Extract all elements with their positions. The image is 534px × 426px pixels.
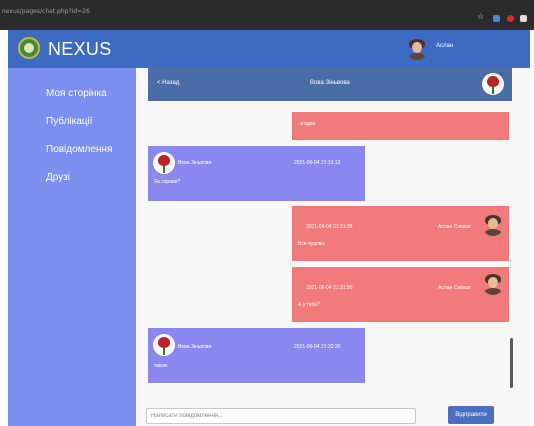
message-text: згоден	[300, 121, 316, 127]
message-timestamp: 2021-06-04 21:31:50	[306, 285, 353, 291]
sidebar-item-my-page[interactable]: Моя сторінка	[46, 88, 107, 99]
sidebar-item-messages[interactable]: Повідомлення	[46, 144, 112, 155]
sidebar-item-friends[interactable]: Друзі	[46, 172, 70, 183]
sender-avatar[interactable]	[482, 273, 504, 295]
sender-avatar[interactable]	[482, 214, 504, 236]
address-bar[interactable]: nexus/pages/chat.php?id=26	[2, 8, 90, 15]
chat-partner-name: Вова Зіньвова	[310, 80, 350, 86]
message-text: А у тебе?	[298, 302, 320, 308]
sender-name: Аслан Сиваєв	[438, 224, 471, 230]
back-link[interactable]: < Назад	[157, 80, 179, 86]
brand-title[interactable]: NEXUS	[48, 39, 112, 60]
user-avatar[interactable]	[406, 38, 428, 60]
extension-doc-icon[interactable]	[520, 15, 527, 22]
sender-avatar[interactable]	[153, 152, 175, 174]
message-bubble-mine: 2021-06-04 21:31:39 Аслан Сиваєв Все чуд…	[292, 206, 509, 261]
message-timestamp: 2021-06-04 21:32:30	[294, 344, 341, 350]
nexus-logo-icon[interactable]	[18, 37, 40, 59]
message-bubble-mine: згоден	[292, 112, 509, 140]
message-bubble-theirs: Вова Зіньвова 2021-06-04 21:31:13 Як спр…	[148, 146, 365, 201]
send-button[interactable]: Відправити	[448, 406, 494, 424]
sidebar: Моя сторінка Публікації Повідомлення Дру…	[8, 68, 136, 426]
top-navbar: NEXUS Аслан	[8, 30, 530, 68]
sender-name: Вова Зіньвова	[178, 160, 212, 166]
sender-avatar[interactable]	[153, 334, 175, 356]
user-name[interactable]: Аслан	[436, 43, 453, 49]
message-input[interactable]	[146, 408, 416, 424]
message-bubble-mine: 2021-06-04 21:31:50 Аслан Сиваєв А у теб…	[292, 267, 509, 322]
chat-header: < Назад Вова Зіньвова	[148, 67, 512, 101]
message-text: Все чудово.	[298, 241, 326, 247]
message-bubble-theirs: Вова Зіньвова 2021-06-04 21:32:30 також	[148, 328, 365, 383]
message-timestamp: 2021-06-04 21:31:13	[294, 160, 341, 166]
browser-toolbar: nexus/pages/chat.php?id=26 ☆	[0, 0, 534, 30]
sender-name: Аслан Сиваєв	[438, 285, 471, 291]
extension-blue-icon[interactable]	[493, 15, 500, 22]
chat-scrollbar-thumb[interactable]	[510, 338, 513, 388]
message-timestamp: 2021-06-04 21:31:39	[306, 224, 353, 230]
extension-red-icon[interactable]	[507, 15, 514, 22]
bookmark-star-icon[interactable]: ☆	[477, 13, 484, 21]
chat-partner-avatar[interactable]	[482, 73, 504, 95]
sender-name: Вова Зіньвова	[178, 344, 212, 350]
sidebar-item-publications[interactable]: Публікації	[46, 116, 93, 127]
message-text: також	[154, 363, 168, 369]
message-text: Як справи?	[154, 179, 181, 185]
